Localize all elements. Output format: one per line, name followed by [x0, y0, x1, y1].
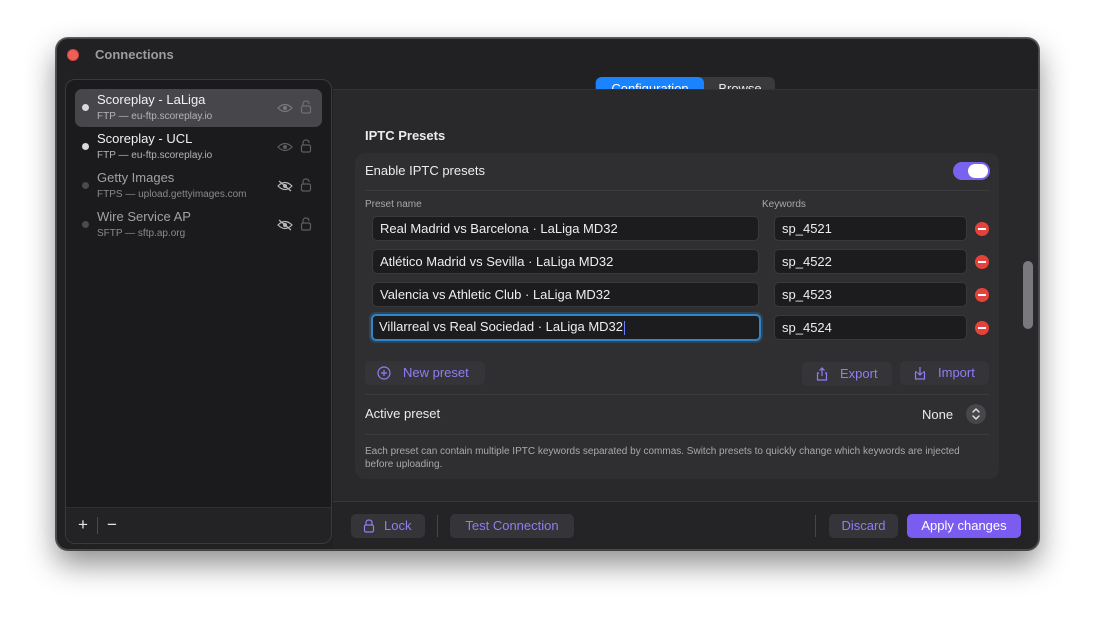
remove-preset-button[interactable]: [975, 222, 989, 236]
test-connection-button[interactable]: Test Connection: [450, 514, 574, 538]
export-label: Export: [840, 366, 878, 381]
eye-slash-icon[interactable]: [277, 180, 293, 192]
active-preset-selector[interactable]: [966, 404, 986, 424]
section-title: IPTC Presets: [365, 128, 446, 143]
divider: [365, 190, 989, 191]
connection-host: FTPS — upload.gettyimages.com: [97, 189, 247, 200]
unlock-icon[interactable]: [300, 178, 312, 192]
preset-name-field[interactable]: Valencia vs Athletic Club · LaLiga MD32: [372, 282, 759, 307]
connections-sidebar: Scoreplay - LaLiga FTP — eu-ftp.scorepla…: [65, 79, 332, 544]
status-dot-icon: [82, 182, 89, 189]
import-icon: [914, 367, 926, 380]
new-preset-button[interactable]: New preset: [365, 361, 485, 385]
lock-icon: [363, 519, 375, 533]
import-button[interactable]: Import: [900, 361, 989, 385]
window-title: Connections: [95, 47, 174, 62]
divider: [437, 515, 438, 537]
active-preset-label: Active preset: [365, 406, 441, 421]
divider: [365, 434, 989, 435]
status-dot-icon: [82, 104, 89, 111]
connection-item-scoreplay-ucl[interactable]: Scoreplay - UCL FTP — eu-ftp.scoreplay.i…: [75, 128, 322, 166]
discard-button[interactable]: Discard: [829, 514, 898, 538]
eye-slash-icon[interactable]: [277, 219, 293, 231]
preset-name-field-focused[interactable]: Villarreal vs Real Sociedad · LaLiga MD3…: [371, 314, 761, 341]
preset-keywords-field[interactable]: sp_4522: [774, 249, 967, 274]
connection-item-getty-images[interactable]: Getty Images FTPS — upload.gettyimages.c…: [75, 167, 322, 205]
active-preset-value[interactable]: None: [922, 407, 953, 422]
connection-host: SFTP — sftp.ap.org: [97, 228, 186, 239]
column-header-keywords: Keywords: [762, 199, 806, 210]
preset-name-text: Villarreal vs Real Sociedad · LaLiga MD3…: [379, 319, 623, 334]
apply-changes-button[interactable]: Apply changes: [907, 514, 1021, 538]
add-connection-button[interactable]: +: [74, 516, 92, 534]
connection-name: Wire Service AP: [97, 209, 191, 224]
window-close-button[interactable]: [67, 49, 79, 61]
new-preset-label: New preset: [403, 365, 469, 380]
toggle-knob: [968, 164, 988, 178]
eye-icon[interactable]: [277, 102, 293, 114]
connection-name: Scoreplay - UCL: [97, 131, 193, 146]
scrollbar-thumb[interactable]: [1023, 261, 1033, 329]
chevron-up-down-icon: [972, 408, 980, 420]
remove-preset-button[interactable]: [975, 288, 989, 302]
sidebar-footer: + −: [66, 507, 331, 543]
remove-preset-button[interactable]: [975, 255, 989, 269]
column-header-preset-name: Preset name: [365, 199, 422, 210]
share-icon: [816, 367, 828, 381]
preset-name-field[interactable]: Real Madrid vs Barcelona · LaLiga MD32: [372, 216, 759, 241]
connection-item-wire-service-ap[interactable]: Wire Service AP SFTP — sftp.ap.org: [75, 206, 322, 244]
help-text: Each preset can contain multiple IPTC ke…: [365, 446, 960, 470]
import-label: Import: [938, 365, 975, 380]
action-footer: Lock Test Connection Discard Apply chang…: [333, 501, 1038, 549]
connection-host: FTP — eu-ftp.scoreplay.io: [97, 111, 213, 122]
preset-name-field[interactable]: Atlético Madrid vs Sevilla · LaLiga MD32: [372, 249, 759, 274]
unlock-icon[interactable]: [300, 139, 312, 153]
eye-icon[interactable]: [277, 141, 293, 153]
unlock-icon[interactable]: [300, 217, 312, 231]
plus-circle-icon: [377, 366, 391, 380]
preset-keywords-field[interactable]: sp_4523: [774, 282, 967, 307]
lock-button[interactable]: Lock: [351, 514, 425, 538]
remove-connection-button[interactable]: −: [103, 516, 121, 534]
text-caret: [624, 320, 625, 335]
unlock-icon[interactable]: [300, 100, 312, 114]
status-dot-icon: [82, 221, 89, 228]
divider: [365, 394, 989, 395]
divider: [97, 517, 98, 534]
enable-iptc-toggle[interactable]: [953, 162, 990, 180]
enable-iptc-label: Enable IPTC presets: [365, 163, 485, 178]
connection-item-scoreplay-laliga[interactable]: Scoreplay - LaLiga FTP — eu-ftp.scorepla…: [75, 89, 322, 127]
lock-label: Lock: [384, 518, 412, 533]
connection-name: Getty Images: [97, 170, 175, 185]
status-dot-icon: [82, 143, 89, 150]
connection-host: FTP — eu-ftp.scoreplay.io: [97, 150, 213, 161]
configuration-panel: IPTC Presets Enable IPTC presets Preset …: [333, 89, 1038, 501]
connection-name: Scoreplay - LaLiga: [97, 92, 206, 107]
iptc-card: Enable IPTC presets Preset name Keywords…: [355, 153, 999, 479]
divider: [815, 515, 816, 537]
preset-keywords-field[interactable]: sp_4524: [774, 315, 967, 340]
remove-preset-button[interactable]: [975, 321, 989, 335]
preset-keywords-field[interactable]: sp_4521: [774, 216, 967, 241]
export-button[interactable]: Export: [802, 362, 892, 386]
connections-window: Connections Scoreplay - LaLiga FTP — eu-…: [56, 38, 1039, 550]
